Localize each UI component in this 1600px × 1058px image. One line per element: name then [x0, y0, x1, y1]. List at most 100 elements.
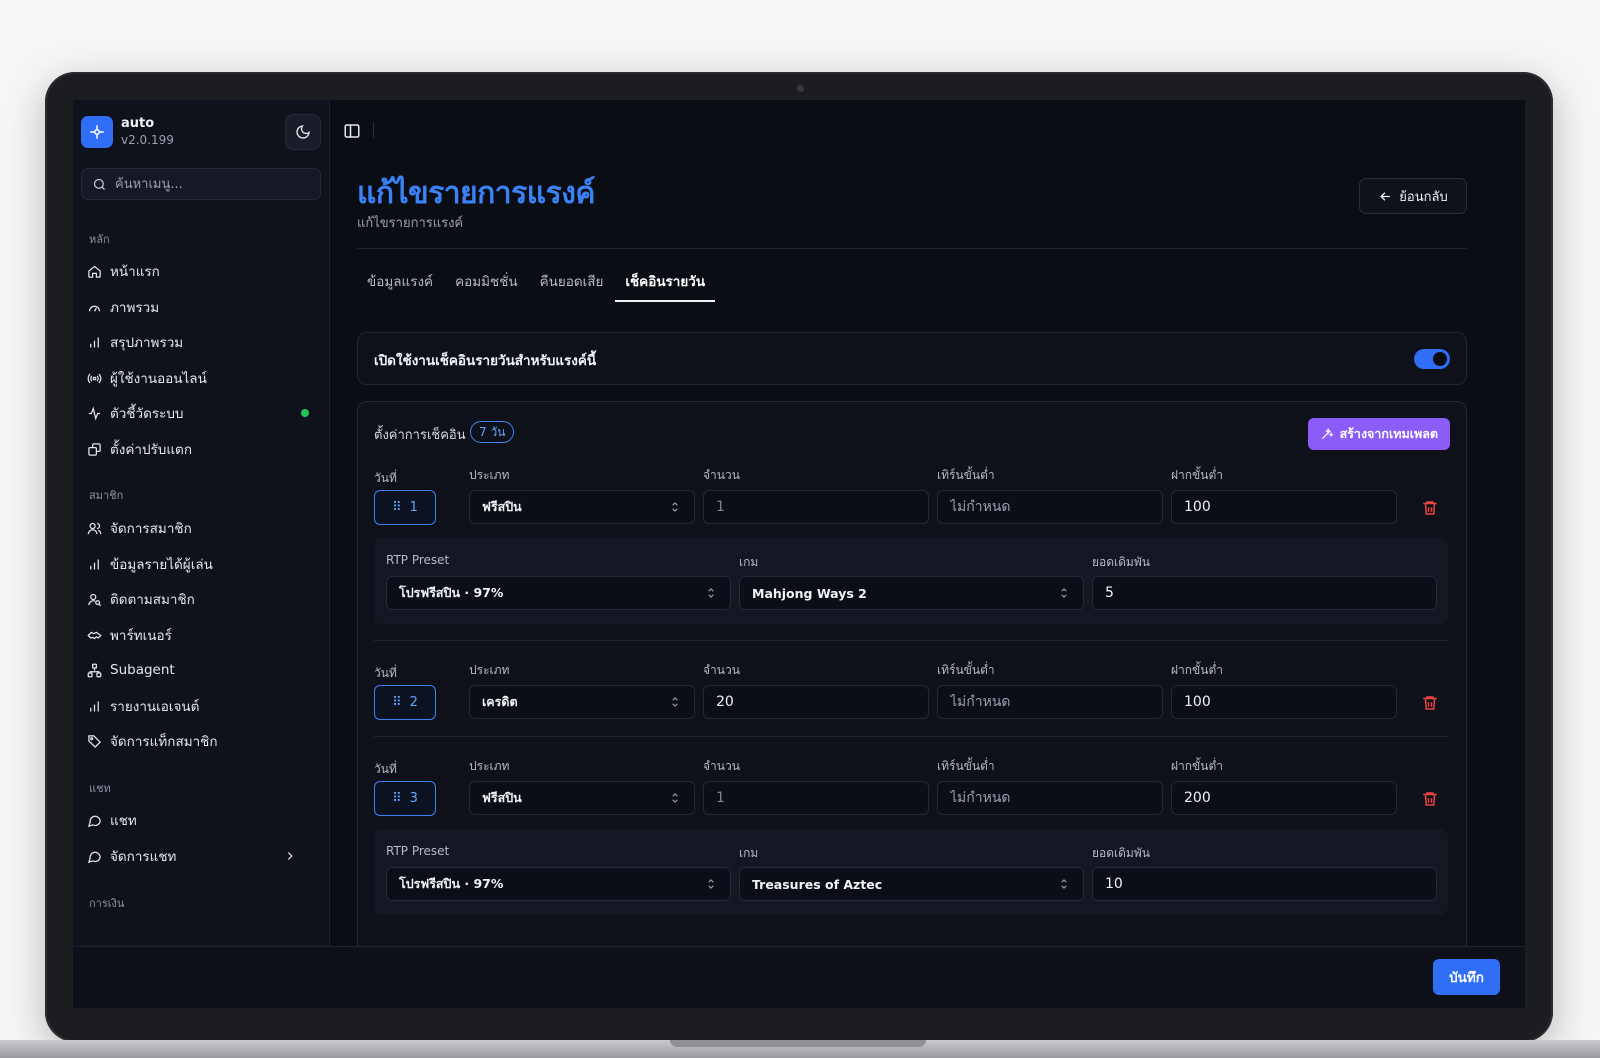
tab-bar: ข้อมูลแรงค์ คอมมิชชั่น คืนยอดเสีย เช็คอิ…: [357, 268, 717, 302]
trash-icon[interactable]: [1421, 790, 1439, 808]
min-turnover-label: เทิร์นขั้นต่ำ: [937, 663, 995, 677]
day-label: วันที่: [374, 471, 397, 485]
freespin-settings-panel: RTP Preset เกม ยอดเดิมพัน โปรฟรีสปิน · 9…: [374, 829, 1448, 915]
chevron-updown-icon: [708, 588, 714, 598]
nav-item-chat[interactable]: แชท: [87, 805, 315, 835]
day-number-field[interactable]: ⠿ 3: [374, 781, 436, 816]
bet-amount-input[interactable]: [1105, 585, 1436, 601]
nav-item-track-members[interactable]: ติดตามสมาชิก: [87, 584, 315, 614]
type-select-value: เครดิต: [482, 694, 518, 709]
sticky-footer: บันทึก: [73, 946, 1525, 1008]
chat-bubble-icon: [87, 815, 101, 827]
rtp-preset-value: โปรฟรีสปิน · 97%: [399, 585, 504, 600]
type-select[interactable]: ฟรีสปิน: [469, 490, 695, 524]
day-number-field[interactable]: ⠿ 2: [374, 685, 436, 720]
nav-item-agent-report[interactable]: รายงานเอเจนต์: [87, 691, 315, 721]
min-turnover-field[interactable]: [937, 781, 1163, 815]
drag-handle-icon[interactable]: ⠿: [392, 695, 402, 710]
day-number: 3: [409, 791, 418, 806]
nav-item-summary[interactable]: สรุปภาพรวม: [87, 327, 315, 357]
bet-amount-field[interactable]: [1092, 576, 1437, 610]
broadcast-icon: [87, 373, 102, 383]
search-icon: [93, 178, 105, 190]
min-turnover-input[interactable]: [950, 694, 1162, 710]
type-select[interactable]: เครดิต: [469, 685, 695, 719]
nav-item-label: จัดการแท็กสมาชิก: [110, 734, 218, 750]
nav-item-label: สรุปภาพรวม: [110, 335, 184, 351]
camera: [797, 85, 804, 92]
trash-icon[interactable]: [1421, 499, 1439, 517]
amount-label: จำนวน: [703, 759, 740, 773]
rtp-preset-select[interactable]: โปรฟรีสปิน · 97%: [386, 867, 731, 901]
bet-amount-input[interactable]: [1105, 876, 1436, 892]
nav-item-label: Subagent: [110, 662, 175, 678]
min-turnover-input[interactable]: [950, 790, 1162, 806]
min-turnover-field[interactable]: [937, 490, 1163, 524]
nav-item-home[interactable]: หน้าแรก: [87, 256, 315, 286]
game-select[interactable]: Treasures of Aztec: [739, 867, 1084, 901]
generate-from-template-button[interactable]: สร้างจากเทมเพลต: [1307, 418, 1450, 450]
drag-handle-icon[interactable]: ⠿: [392, 500, 402, 515]
type-select[interactable]: ฟรีสปิน: [469, 781, 695, 815]
nav-item-manage-chat[interactable]: จัดการแชท: [87, 841, 315, 871]
chevron-updown-icon: [1061, 588, 1067, 598]
tab-rank-info[interactable]: ข้อมูลแรงค์: [357, 268, 443, 302]
chevron-updown-icon: [672, 502, 678, 512]
nav-item-manage-members[interactable]: จัดการสมาชิก: [87, 513, 315, 543]
laptop-notch: [670, 1040, 926, 1047]
bar-chart-icon: [90, 337, 99, 347]
nav-item-settings[interactable]: ตั้งค่าปรับแตก: [87, 434, 315, 464]
min-turnover-input[interactable]: [950, 499, 1162, 515]
menu-search-input[interactable]: [115, 176, 305, 192]
menu-search[interactable]: [81, 168, 321, 200]
amount-input[interactable]: [716, 694, 928, 710]
rtp-preset-label: RTP Preset: [386, 553, 450, 567]
min-deposit-input[interactable]: [1184, 790, 1396, 806]
brand[interactable]: auto v2.0.199: [81, 116, 174, 148]
sidebar-toggle-button[interactable]: [341, 120, 363, 142]
screen: auto v2.0.199 หลัก หน้าแรก ภาพรวม สรุปภา…: [73, 100, 1525, 1008]
tab-daily-checkin[interactable]: เช็คอินรายวัน: [615, 268, 716, 302]
nav-item-label: ผู้ใช้งานออนไลน์: [110, 371, 207, 387]
generate-button-label: สร้างจากเทมเพลต: [1339, 426, 1438, 441]
save-button[interactable]: บันทึก: [1433, 959, 1500, 995]
amount-field[interactable]: [703, 490, 929, 524]
nav-item-system-metrics[interactable]: ตัวชี้วัดระบบ: [87, 398, 315, 428]
day-number-field[interactable]: ⠿ 1: [374, 490, 436, 525]
nav-item-partner[interactable]: พาร์ทเนอร์: [87, 620, 315, 650]
amount-input[interactable]: [716, 499, 928, 515]
nav-item-label: จัดการแชท: [110, 849, 177, 865]
rtp-preset-select[interactable]: โปรฟรีสปิน · 97%: [386, 576, 731, 610]
nav-item-player-income[interactable]: ข้อมูลรายได้ผู้เล่น: [87, 549, 315, 579]
amount-input[interactable]: [716, 790, 928, 806]
theme-toggle-button[interactable]: [285, 114, 321, 150]
tab-cashback[interactable]: คืนยอดเสีย: [530, 268, 614, 302]
min-deposit-field[interactable]: [1171, 490, 1397, 524]
nav-item-online-users[interactable]: ผู้ใช้งานออนไลน์: [87, 363, 315, 393]
magic-wand-icon: [1321, 428, 1334, 440]
amount-field[interactable]: [703, 781, 929, 815]
nav-item-subagent[interactable]: Subagent: [87, 655, 315, 685]
min-deposit-field[interactable]: [1171, 781, 1397, 815]
amount-field[interactable]: [703, 685, 929, 719]
tab-commission[interactable]: คอมมิชชั่น: [445, 268, 528, 302]
chat-bubble-icon: [87, 851, 101, 863]
bet-amount-label: ยอดเดิมพัน: [1092, 846, 1150, 860]
min-deposit-input[interactable]: [1184, 694, 1396, 710]
game-select[interactable]: Mahjong Ways 2: [739, 576, 1084, 610]
nav-item-member-tags[interactable]: จัดการแท็กสมาชิก: [87, 726, 315, 756]
rtp-preset-value: โปรฟรีสปิน · 97%: [399, 876, 504, 891]
back-button[interactable]: ย้อนกลับ: [1359, 178, 1467, 214]
min-deposit-input[interactable]: [1184, 499, 1396, 515]
enable-checkin-toggle[interactable]: [1414, 349, 1450, 369]
nav-item-overview[interactable]: ภาพรวม: [87, 292, 315, 322]
type-label: ประเภท: [469, 759, 510, 773]
min-turnover-field[interactable]: [937, 685, 1163, 719]
day-number: 2: [409, 695, 418, 710]
activity-icon: [88, 405, 101, 421]
drag-handle-icon[interactable]: ⠿: [392, 791, 402, 806]
trash-icon[interactable]: [1421, 694, 1439, 712]
nav-section-chat: แชท: [89, 782, 111, 795]
min-deposit-field[interactable]: [1171, 685, 1397, 719]
bet-amount-field[interactable]: [1092, 867, 1437, 901]
